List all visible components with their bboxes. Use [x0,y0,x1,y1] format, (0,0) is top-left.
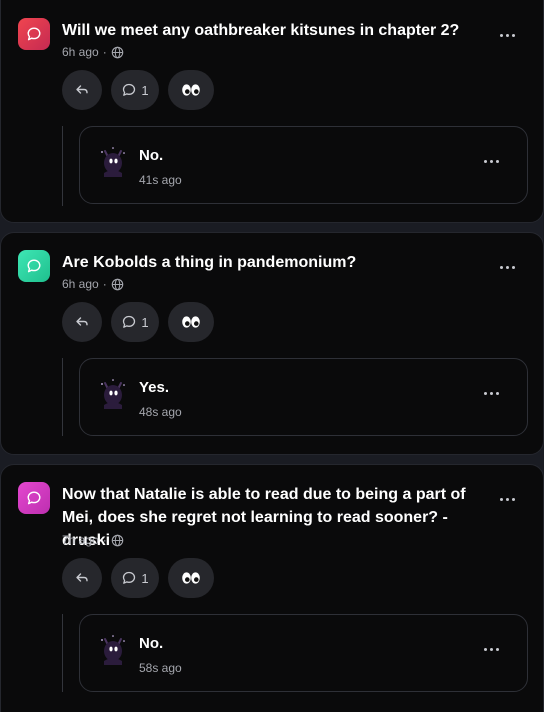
eyes-icon [182,572,200,584]
reply-card: No. 41s ago [79,126,528,204]
chat-bubble-icon [27,259,41,273]
reply-text: No. [139,635,164,652]
responder-avatar-icon [101,379,125,409]
comment-count: 1 [141,82,149,98]
reply-text: No. [139,147,164,164]
globe-icon [111,46,123,58]
reply-card: No. 58s ago [79,614,528,692]
eyes-icon [182,316,200,328]
eyes-icon [182,84,200,96]
globe-icon [111,278,123,290]
comments-button[interactable]: 1 [111,558,159,598]
question-text: Will we meet any oathbreaker kitsunes in… [62,22,460,39]
comment-count: 1 [141,570,149,586]
reaction-button[interactable] [168,302,214,342]
post-time: 6h ago [62,45,99,59]
comments-button[interactable]: 1 [111,302,159,342]
more-options-button[interactable] [495,489,519,509]
chat-bubble-icon [27,27,41,41]
responder-avatar-icon [101,635,125,665]
thread-line [62,614,63,692]
reply-time: 41s ago [139,173,182,187]
reply-time: 58s ago [139,661,182,675]
post-time: 6h ago [62,277,99,291]
chat-bubble-icon [27,491,41,505]
responder-avatar-icon [101,147,125,177]
reply-more-options-button[interactable] [479,639,503,659]
reply-button[interactable] [62,302,102,342]
question-text: Now that Natalie is able to read due to … [62,486,466,549]
reaction-button[interactable] [168,70,214,110]
question-card: Will we meet any oathbreaker kitsunes in… [0,0,544,223]
reply-button[interactable] [62,558,102,598]
reply-arrow-icon [76,85,88,94]
reply-more-options-button[interactable] [479,383,503,403]
post-time: 7h ago [62,533,99,547]
post-meta: 6h ago · [62,277,124,291]
question-text: Are Kobolds a thing in pandemonium? [62,254,357,271]
action-bar: 1 [62,70,214,110]
reply-time: 48s ago [139,405,182,419]
post-meta: 7h ago · [62,533,124,547]
question-avatar [18,18,50,50]
thread-line [62,358,63,436]
reply-button[interactable] [62,70,102,110]
reaction-button[interactable] [168,558,214,598]
question-card: Are Kobolds a thing in pandemonium? 6h a… [0,232,544,455]
comments-button[interactable]: 1 [111,70,159,110]
comment-icon [123,571,136,584]
comment-icon [123,315,136,328]
question-card: Now that Natalie is able to read due to … [0,464,544,712]
reply-more-options-button[interactable] [479,151,503,171]
globe-icon [111,534,123,546]
action-bar: 1 [62,302,214,342]
post-meta: 6h ago · [62,45,124,59]
question-avatar [18,482,50,514]
reply-text: Yes. [139,379,170,396]
more-options-button[interactable] [495,257,519,277]
reply-arrow-icon [76,317,88,326]
question-avatar [18,250,50,282]
comment-icon [123,83,136,96]
action-bar: 1 [62,558,214,598]
thread-line [62,126,63,206]
more-options-button[interactable] [495,25,519,45]
reply-card: Yes. 48s ago [79,358,528,436]
reply-arrow-icon [76,573,88,582]
comment-count: 1 [141,314,149,330]
